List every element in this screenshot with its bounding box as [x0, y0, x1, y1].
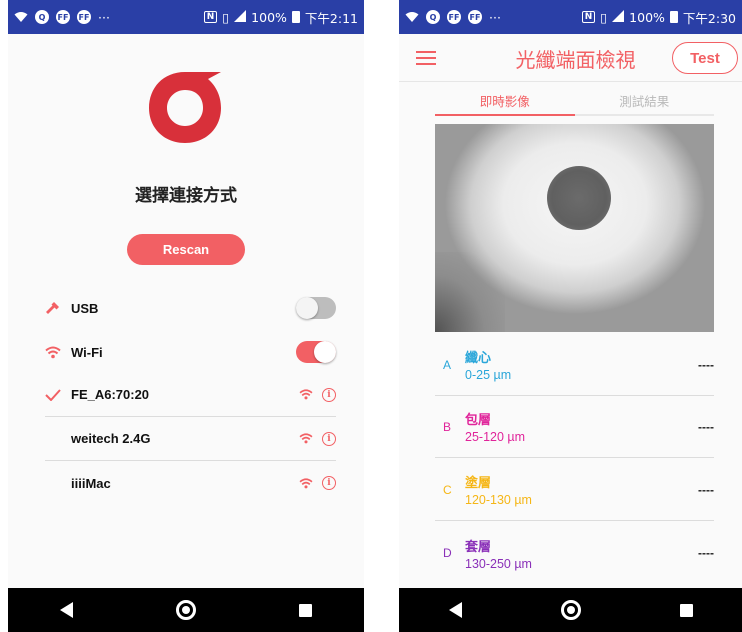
- wifi-signal-icon: [299, 474, 313, 493]
- tab-live-image[interactable]: 即時影像: [435, 88, 575, 116]
- fiber-core: [547, 166, 611, 230]
- usb-toggle[interactable]: [296, 297, 336, 319]
- app-notification-icon: FF: [447, 10, 461, 24]
- wifi-toggle[interactable]: [296, 341, 336, 363]
- network-ssid: weitech 2.4G: [71, 431, 151, 446]
- app-notification-icon: FF: [56, 10, 70, 24]
- wifi-status-icon: [405, 11, 419, 23]
- layer-result: ----: [698, 357, 714, 372]
- wifi-signal-icon: [299, 429, 313, 448]
- connection-row-usb: USB: [45, 286, 336, 330]
- status-bar: Q FF FF ··· N ▯ 100% 下午2:30: [399, 0, 742, 34]
- layer-letter: C: [443, 482, 452, 497]
- app-bar: 光纖端面檢視 Test: [399, 34, 742, 82]
- layer-letter: B: [443, 419, 452, 434]
- tab-bar: 即時影像 測試結果: [435, 88, 714, 116]
- battery-text: 100%: [629, 9, 665, 25]
- system-nav-bar: [399, 588, 742, 632]
- app-notification-icon: FF: [77, 10, 91, 24]
- app-notification-icon: FF: [468, 10, 482, 24]
- battery-text: 100%: [251, 9, 287, 25]
- notification-icon: Q: [426, 10, 440, 24]
- wifi-icon: [45, 346, 71, 359]
- app-logo-icon: [149, 72, 221, 143]
- connection-row-wifi: Wi-Fi: [45, 330, 336, 374]
- layer-range: 0-25 µm: [465, 368, 512, 382]
- wifi-signal-icon: [299, 385, 313, 404]
- connection-label-wifi: Wi-Fi: [71, 344, 103, 360]
- system-nav-bar: [8, 588, 364, 632]
- home-icon[interactable]: [175, 600, 196, 620]
- live-fiber-image: [435, 124, 714, 332]
- rescan-button[interactable]: Rescan: [127, 234, 245, 265]
- vibrate-icon: ▯: [222, 9, 230, 25]
- page-title: 選擇連接方式: [135, 186, 237, 206]
- notification-icon: Q: [35, 10, 49, 24]
- signal-icon: [612, 9, 625, 25]
- phone-screen-inspection: Q FF FF ··· N ▯ 100% 下午2:30 光纖端面檢視 Test …: [399, 0, 742, 632]
- recent-apps-icon[interactable]: [679, 603, 693, 617]
- layer-result: ----: [698, 546, 714, 560]
- info-icon[interactable]: i: [322, 387, 336, 402]
- layer-range: 130-250 µm: [465, 556, 532, 571]
- layer-name: 纖心: [465, 351, 492, 366]
- layer-row-cladding: B 包層 25-120 µm ----: [435, 396, 714, 458]
- battery-icon: [291, 11, 300, 23]
- connection-label-usb: USB: [71, 300, 99, 316]
- layer-letter: A: [443, 357, 452, 372]
- phone-screen-connection: Q FF FF ··· N ▯ 100% 下午2:11 選擇連接方式 Resca…: [8, 0, 364, 632]
- clock: 下午2:30: [682, 10, 736, 26]
- toggle-knob: [296, 297, 318, 319]
- layer-row-jacket: D 套層 130-250 µm ----: [435, 522, 714, 584]
- network-ssid: FE_A6:70:20: [71, 387, 150, 402]
- clock: 下午2:11: [304, 10, 358, 26]
- toggle-knob: [314, 341, 336, 363]
- layer-row-coating: C 塗層 120-130 µm ----: [435, 459, 714, 521]
- overflow-indicator: ···: [489, 9, 501, 25]
- tab-test-results[interactable]: 測試結果: [575, 88, 715, 114]
- back-icon[interactable]: [448, 602, 462, 618]
- signal-icon: [234, 9, 247, 25]
- usb-icon: [45, 300, 71, 316]
- back-icon[interactable]: [59, 602, 73, 618]
- home-icon[interactable]: [560, 600, 581, 620]
- vibrate-icon: ▯: [600, 9, 608, 25]
- recent-apps-icon[interactable]: [299, 603, 313, 617]
- layer-letter: D: [443, 546, 452, 560]
- layer-name: 套層: [465, 539, 492, 555]
- layer-row-core: A 纖心 0-25 µm ----: [435, 334, 714, 396]
- status-bar: Q FF FF ··· N ▯ 100% 下午2:11: [8, 0, 364, 34]
- nfc-icon: N: [581, 11, 596, 23]
- info-icon[interactable]: i: [322, 431, 336, 446]
- info-icon[interactable]: i: [322, 476, 336, 490]
- wifi-network-item[interactable]: weitech 2.4G i: [45, 417, 336, 461]
- overflow-indicator: ···: [98, 9, 110, 25]
- battery-icon: [669, 11, 678, 23]
- layer-name: 塗層: [465, 476, 492, 491]
- nfc-icon: N: [203, 11, 218, 23]
- layer-range: 25-120 µm: [465, 430, 526, 444]
- layer-range: 120-130 µm: [465, 493, 532, 507]
- layer-result: ----: [698, 419, 714, 434]
- wifi-status-icon: [14, 11, 28, 23]
- checkmark-icon: [45, 388, 71, 401]
- wifi-network-item[interactable]: iiiiMac i: [45, 461, 336, 505]
- layer-name: 包層: [465, 413, 492, 428]
- network-ssid: iiiiMac: [71, 475, 111, 491]
- wifi-network-item[interactable]: FE_A6:70:20 i: [45, 373, 336, 417]
- layer-result: ----: [698, 482, 714, 497]
- test-button[interactable]: Test: [672, 42, 738, 74]
